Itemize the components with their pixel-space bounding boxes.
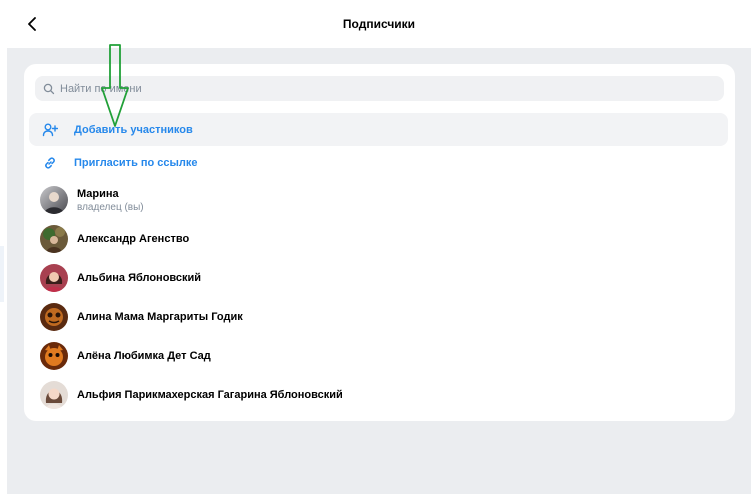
add-members-button[interactable]: Добавить участников (29, 113, 728, 146)
invite-by-link-label: Пригласить по ссылке (74, 156, 198, 169)
member-role: владелец (вы) (77, 201, 144, 213)
member-name: Альфия Парикмахерская Гагарина Яблоновск… (77, 389, 343, 401)
members-card: Добавить участников Пригласить по ссылке… (24, 64, 735, 421)
member-name: Альбина Яблоновский (77, 272, 202, 284)
side-accent (0, 246, 4, 302)
avatar (40, 264, 68, 292)
left-strip (0, 0, 7, 494)
member-row[interactable]: Альфия Парикмахерская Гагарина Яблоновск… (40, 378, 720, 412)
member-row[interactable]: Александр Агенство (40, 222, 720, 256)
chevron-left-icon (28, 17, 36, 31)
avatar (40, 303, 68, 331)
avatar (40, 381, 68, 409)
member-row[interactable]: Алёна Любимка Дет Сад (40, 339, 720, 373)
invite-by-link-button[interactable]: Пригласить по ссылке (29, 146, 728, 179)
member-name: Алёна Любимка Дет Сад (77, 350, 211, 362)
member-row[interactable]: Альбина Яблоновский (40, 261, 720, 295)
add-members-label: Добавить участников (74, 123, 193, 136)
search-box[interactable] (35, 76, 724, 101)
member-name: Алина Мама Маргариты Годик (77, 311, 243, 323)
member-row[interactable]: Алина Мама Маргариты Годик (40, 300, 720, 334)
avatar (40, 186, 68, 214)
avatar (40, 225, 68, 253)
add-user-icon (42, 122, 58, 138)
member-name: Марина (77, 187, 119, 200)
header: Подписчики (7, 0, 751, 48)
member-row[interactable]: Марина владелец (вы) (40, 183, 720, 217)
search-icon (43, 83, 55, 95)
back-button[interactable] (21, 12, 45, 36)
avatar (40, 342, 68, 370)
member-name: Александр Агенство (77, 233, 190, 245)
link-icon (42, 155, 58, 171)
search-input[interactable] (60, 82, 660, 95)
page-title: Подписчики (342, 17, 416, 31)
